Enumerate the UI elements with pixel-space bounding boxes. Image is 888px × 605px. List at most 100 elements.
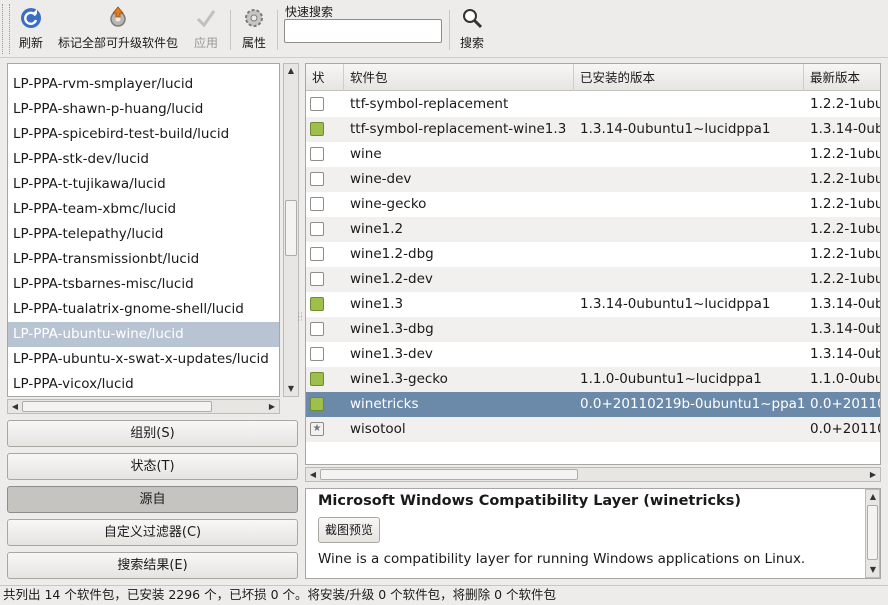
scroll-left-icon[interactable]: ◀ [8, 400, 22, 414]
origin-item[interactable]: LP-PPA-transmissionbt/lucid [8, 247, 279, 272]
scroll-down-icon[interactable]: ▼ [284, 382, 298, 396]
description-title: Microsoft Windows Compatibility Layer (w… [318, 493, 741, 509]
star-icon[interactable]: ★ [310, 422, 324, 436]
table-row[interactable]: wine 1.2.2-1ubuntu [306, 142, 880, 167]
table-row[interactable]: wine1.3-gecko 1.1.0-0ubuntu1~lucidppa1 1… [306, 367, 880, 392]
status-checkbox[interactable] [310, 147, 324, 161]
latest-version: 1.2.2-1ubuntu [810, 246, 880, 262]
origin-list-vscrollbar[interactable]: ▲ ▼ [283, 63, 299, 397]
table-header: 状 软件包 已安装的版本 最新版本 [306, 64, 880, 91]
scroll-right-icon[interactable]: ▶ [265, 400, 279, 414]
table-row[interactable]: wine1.3-dev 1.3.14-0ubu [306, 342, 880, 367]
origin-item[interactable]: LP-PPA-stk-dev/lucid [8, 147, 279, 172]
scroll-up-icon[interactable]: ▲ [284, 64, 298, 78]
status-checkbox[interactable] [310, 322, 324, 336]
package-name: wine1.2-dev [350, 271, 433, 287]
latest-version: 1.3.14-0ubu [810, 321, 880, 337]
status-checkbox[interactable] [310, 197, 324, 211]
installed-checkbox[interactable] [310, 297, 324, 311]
origin-item[interactable]: LP-PPA-spicebird-test-build/lucid [8, 122, 279, 147]
screenshot-preview-button[interactable]: 截图预览 [318, 517, 381, 543]
toolbar-separator [449, 10, 450, 50]
toolbar: 刷新 标记全部可升级软件包 应用 属性 快速搜索 搜索 [0, 0, 888, 58]
latest-version: 1.3.14-0ubu [810, 346, 880, 362]
status-checkbox[interactable] [310, 272, 324, 286]
pane-splitter[interactable]: ∷ ∷ [298, 312, 304, 323]
origin-item[interactable]: LP-PPA-tsbarnes-misc/lucid [8, 272, 279, 297]
status-checkbox[interactable] [310, 222, 324, 236]
package-table-hscrollbar[interactable]: ◀ ▶ [305, 467, 881, 482]
filter-origin-button[interactable]: 源自 [7, 486, 298, 513]
search-icon [463, 9, 483, 29]
origin-item[interactable]: LP-PPA-tualatrix-gnome-shell/lucid [8, 297, 279, 322]
origin-item[interactable]: LP-PPA-telepathy/lucid [8, 222, 279, 247]
quick-search-label: 快速搜索 [285, 5, 334, 19]
origin-list-hscrollbar[interactable]: ◀ ▶ [7, 399, 280, 414]
table-row-selected[interactable]: winetricks 0.0+20110219b-0ubuntu1~ppa1 0… [306, 392, 880, 417]
installed-checkbox[interactable] [310, 372, 324, 386]
package-name: wine1.3-dbg [350, 321, 434, 337]
origin-item[interactable]: LP-PPA-t-tujikawa/lucid [8, 172, 279, 197]
table-row[interactable]: ★ wisotool 0.0+201102 [306, 417, 880, 442]
mark-all-upgrades-button[interactable]: 标记全部可升级软件包 [52, 4, 184, 54]
latest-version: 1.2.2-1ubuntu [810, 96, 880, 112]
filter-search-results-button[interactable]: 搜索结果(E) [7, 552, 298, 579]
quick-search-input[interactable] [284, 19, 442, 43]
origin-item[interactable]: LP-PPA-vicox/lucid [8, 372, 279, 396]
scroll-left-icon[interactable]: ◀ [306, 468, 320, 482]
table-row[interactable]: wine1.2-dbg 1.2.2-1ubuntu [306, 242, 880, 267]
installed-checkbox[interactable] [310, 122, 324, 136]
column-status-header[interactable]: 状 [306, 64, 344, 91]
checkmark-icon [196, 10, 216, 28]
package-name: wine1.3-gecko [350, 371, 448, 387]
table-row[interactable]: wine1.2-dev 1.2.2-1ubuntu [306, 267, 880, 292]
table-row[interactable]: ttf-symbol-replacement 1.2.2-1ubuntu [306, 92, 880, 117]
apply-button[interactable]: 应用 [188, 4, 224, 54]
origin-item[interactable]: LP-PPA-team-xbmc/lucid [8, 197, 279, 222]
toolbar-separator [277, 10, 278, 50]
scroll-thumb[interactable] [867, 505, 878, 560]
toolbar-grip[interactable] [2, 4, 10, 54]
apply-label: 应用 [193, 36, 218, 50]
table-row[interactable]: wine-dev 1.2.2-1ubuntu [306, 167, 880, 192]
search-button[interactable]: 搜索 [455, 4, 489, 54]
table-row[interactable]: wine1.3-dbg 1.3.14-0ubu [306, 317, 880, 342]
latest-version: 1.2.2-1ubuntu [810, 271, 880, 287]
column-package-header[interactable]: 软件包 [344, 64, 574, 91]
refresh-button[interactable]: 刷新 [14, 4, 48, 54]
status-checkbox[interactable] [310, 172, 324, 186]
mark-all-upgrades-label: 标记全部可升级软件包 [57, 36, 178, 50]
scroll-thumb[interactable] [320, 469, 578, 480]
description-vscrollbar[interactable]: ▲ ▼ [865, 489, 880, 578]
origin-list: LP-PPA-rvm-smplayer/lucid LP-PPA-shawn-p… [7, 63, 280, 397]
status-checkbox[interactable] [310, 97, 324, 111]
scroll-down-icon[interactable]: ▼ [866, 563, 880, 577]
origin-item[interactable]: LP-PPA-rvm-smplayer/lucid [8, 72, 279, 97]
table-row[interactable]: ttf-symbol-replacement-wine1.3 1.3.14-0u… [306, 117, 880, 142]
origin-item[interactable]: LP-PPA-ubuntu-x-swat-x-updates/lucid [8, 347, 279, 372]
installed-checkbox[interactable] [310, 397, 324, 411]
origin-item-selected[interactable]: LP-PPA-ubuntu-wine/lucid [8, 322, 279, 347]
origin-item[interactable]: LP-PPA-shawn-p-huang/lucid [8, 97, 279, 122]
scroll-up-icon[interactable]: ▲ [866, 490, 880, 504]
properties-button[interactable]: 属性 [236, 4, 272, 54]
filter-status-button[interactable]: 状态(T) [7, 453, 298, 480]
column-installed-header[interactable]: 已安装的版本 [574, 64, 804, 91]
latest-version: 1.2.2-1ubuntu [810, 171, 880, 187]
table-row[interactable]: wine1.3 1.3.14-0ubuntu1~lucidppa1 1.3.14… [306, 292, 880, 317]
scroll-thumb[interactable] [285, 200, 297, 256]
status-checkbox[interactable] [310, 347, 324, 361]
table-row[interactable]: wine-gecko 1.2.2-1ubuntu [306, 192, 880, 217]
table-row[interactable]: wine1.2 1.2.2-1ubuntu [306, 217, 880, 242]
scroll-right-icon[interactable]: ▶ [866, 468, 880, 482]
description-text: Wine is a compatibility layer for runnin… [318, 551, 806, 567]
upgrade-gear-icon [110, 6, 126, 27]
filter-custom-button[interactable]: 自定义过滤器(C) [7, 519, 298, 546]
latest-version: 0.0+201102 [810, 421, 880, 437]
scroll-thumb[interactable] [22, 401, 212, 412]
latest-version: 1.2.2-1ubuntu [810, 146, 880, 162]
column-latest-header[interactable]: 最新版本 [804, 64, 880, 91]
status-checkbox[interactable] [310, 247, 324, 261]
filter-sections-button[interactable]: 组别(S) [7, 420, 298, 447]
installed-version: 1.3.14-0ubuntu1~lucidppa1 [580, 121, 771, 137]
